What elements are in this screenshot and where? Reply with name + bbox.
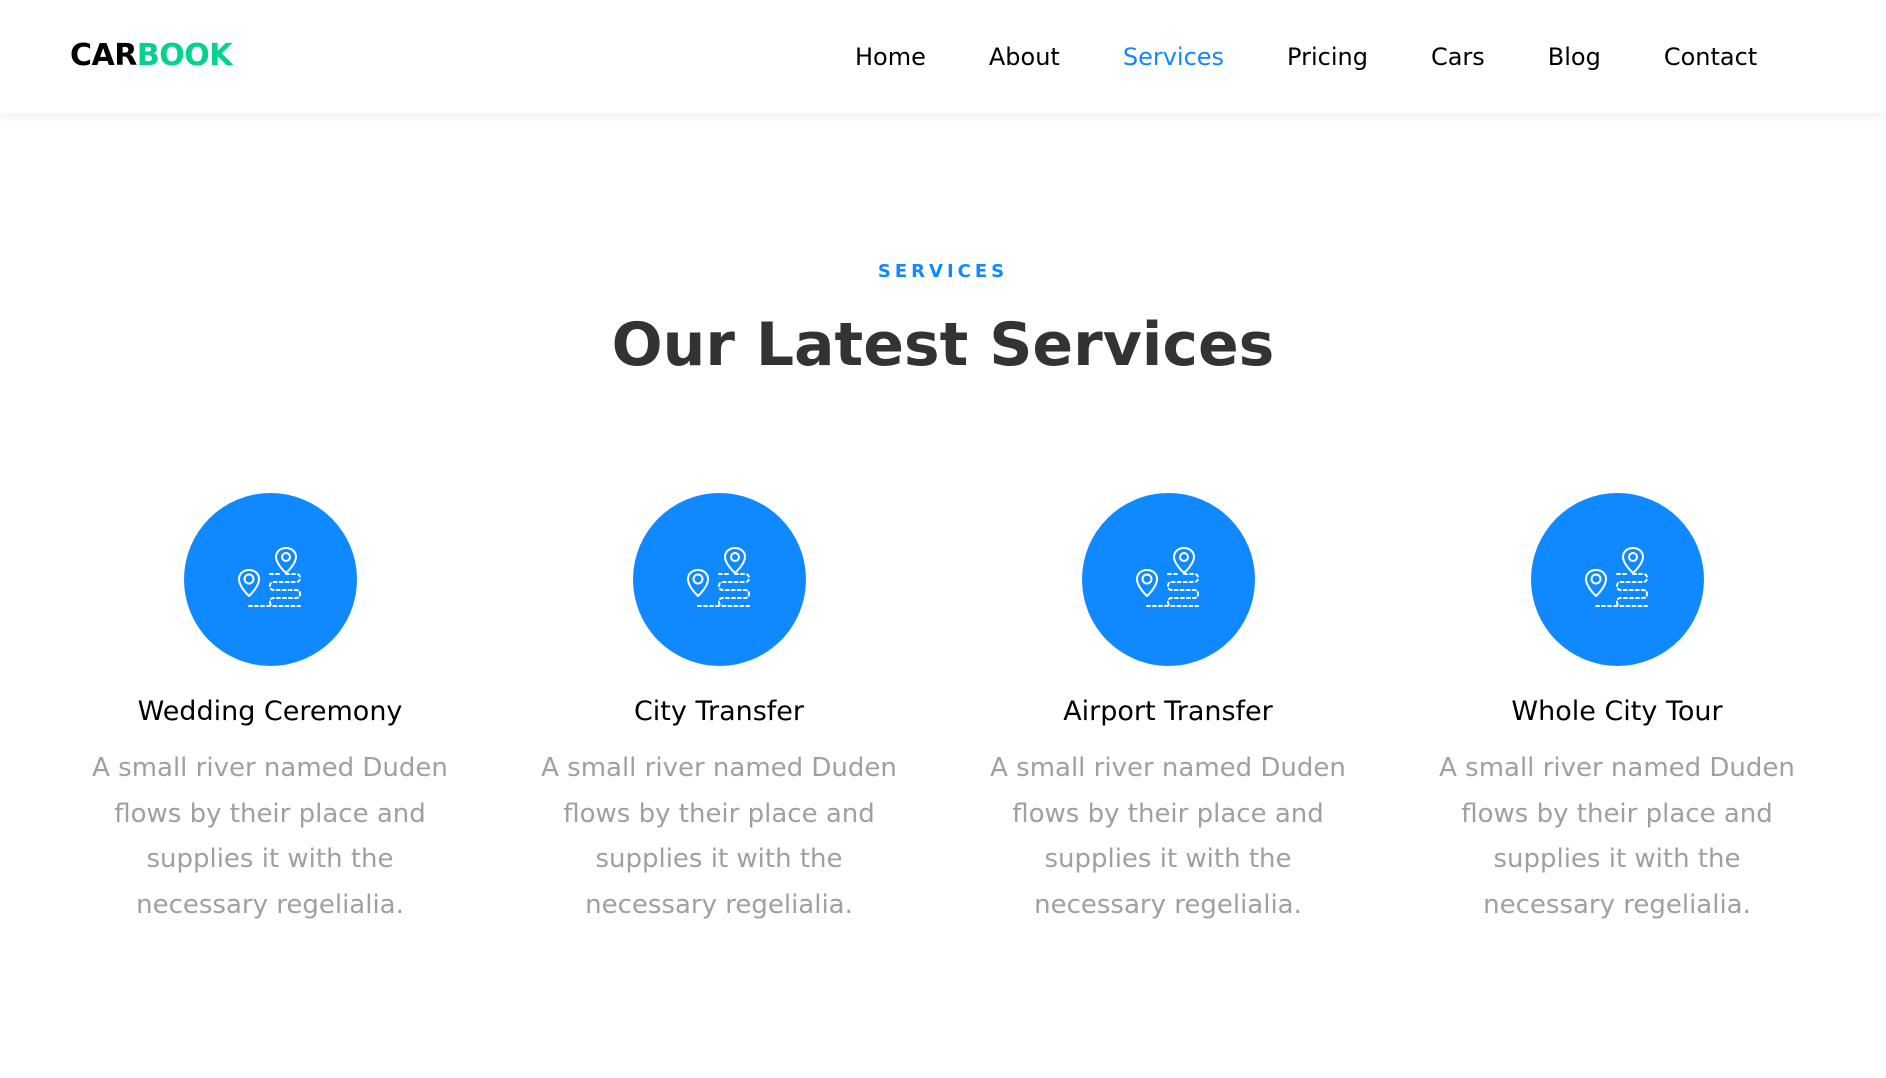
nav-item-pricing[interactable]: Pricing xyxy=(1287,42,1368,72)
service-title: Wedding Ceremony xyxy=(137,696,403,727)
service-description: A small river named Duden flows by their… xyxy=(1439,753,1795,920)
nav-item-cars[interactable]: Cars xyxy=(1431,42,1485,72)
service-icon-circle xyxy=(1530,493,1704,666)
service-title: Airport Transfer xyxy=(1063,696,1273,727)
brand-logo-part1: CAR xyxy=(70,38,137,73)
nav-item-blog[interactable]: Blog xyxy=(1548,42,1601,72)
service-title: Whole City Tour xyxy=(1511,696,1723,727)
nav-menu: Home About Services Pricing Cars Blog Co… xyxy=(855,0,1757,113)
nav-item-home[interactable]: Home xyxy=(855,42,926,72)
service-icon-circle xyxy=(1081,493,1255,666)
nav-item-about[interactable]: About xyxy=(989,42,1060,72)
route-map-icon xyxy=(1136,546,1199,607)
service-icon-circle xyxy=(632,493,806,666)
service-icon-circle xyxy=(183,493,357,666)
service-description: A small river named Duden flows by their… xyxy=(990,753,1346,920)
section-subheading: SERVICES xyxy=(877,261,1009,282)
brand-logo[interactable]: CARBOOK xyxy=(70,36,232,76)
service-card-airport-transfer: Airport Transfer A small river named Dud… xyxy=(968,493,1368,928)
service-description: A small river named Duden flows by their… xyxy=(92,753,448,920)
nav-item-contact[interactable]: Contact xyxy=(1664,42,1757,72)
route-map-icon xyxy=(238,546,301,607)
route-map-icon xyxy=(687,546,750,607)
section-title: Our Latest Services xyxy=(611,310,1275,380)
services-list: Wedding Ceremony A small river named Dud… xyxy=(0,493,1886,953)
route-map-icon xyxy=(1585,546,1648,607)
nav-item-services[interactable]: Services xyxy=(1123,42,1224,72)
service-card-whole-city-tour: Whole City Tour A small river named Dude… xyxy=(1417,493,1817,928)
service-card-wedding-ceremony: Wedding Ceremony A small river named Dud… xyxy=(70,493,470,928)
service-description: A small river named Duden flows by their… xyxy=(541,753,897,920)
service-card-city-transfer: City Transfer A small river named Duden … xyxy=(519,493,919,928)
navbar: CARBOOK Home About Services Pricing Cars… xyxy=(0,0,1886,113)
brand-logo-part2: BOOK xyxy=(136,38,233,73)
service-title: City Transfer xyxy=(633,696,805,727)
